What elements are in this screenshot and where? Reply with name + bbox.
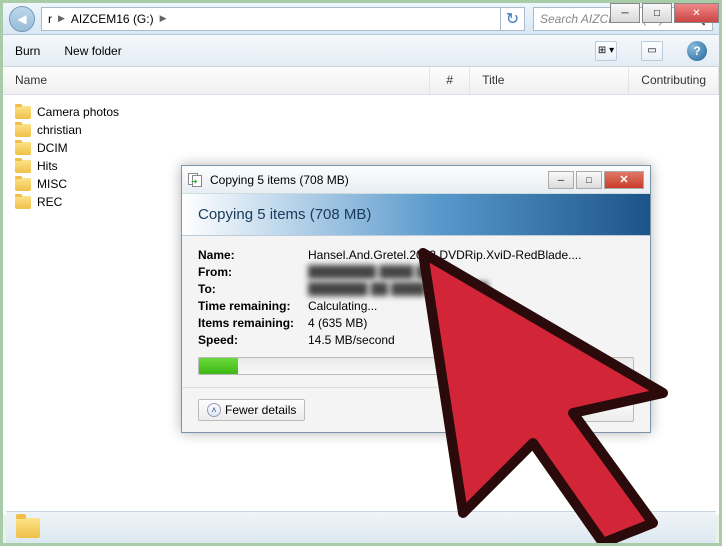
dialog-heading: Copying 5 items (708 MB) [182,194,650,236]
chevron-up-icon: ʌ [207,403,221,417]
folder-icon [15,160,31,173]
fewer-details-label: Fewer details [225,403,296,417]
folder-icon [15,178,31,191]
dialog-body: Name:Hansel.And.Gretel.2013.DVDRip.XviD-… [182,236,650,387]
to-label: To: [198,282,308,296]
column-name[interactable]: Name [3,67,430,94]
file-name: Hits [37,159,58,173]
close-button[interactable]: ✕ [674,3,719,23]
back-button[interactable]: ◀ [9,6,35,32]
time-remaining-value: Calculating... [308,299,634,313]
file-name: christian [37,123,82,137]
file-name: REC [37,195,62,209]
copy-icon: ➜ [188,173,204,187]
breadcrumb[interactable]: r ▶ AIZCEM16 (G:) ▶ [41,7,501,31]
file-name: MISC [37,177,67,191]
dialog-minimize-button[interactable]: ─ [548,171,574,189]
new-folder-button[interactable]: New folder [64,44,121,58]
time-remaining-label: Time remaining: [198,299,308,313]
list-item[interactable]: Camera photos [9,103,713,121]
folder-icon [16,518,40,538]
chevron-right-icon: ▶ [58,13,65,24]
status-bar [6,511,716,543]
breadcrumb-prefix: r [48,12,52,26]
column-headers: Name # Title Contributing [3,67,719,95]
chevron-right-icon: ▶ [160,13,167,24]
items-remaining-value: 4 (635 MB) [308,316,634,330]
from-value: ████████ ████ ██ [308,265,634,279]
folder-icon [15,196,31,209]
file-name: Camera photos [37,105,119,119]
window-controls: ─ □ ✕ [610,3,719,23]
list-item[interactable]: christian [9,121,713,139]
name-label: Name: [198,248,308,262]
maximize-button[interactable]: □ [642,3,672,23]
copy-dialog: ➜ Copying 5 items (708 MB) ─ □ ✕ Copying… [181,165,651,433]
refresh-button[interactable]: ↻ [501,7,525,31]
cancel-button[interactable] [574,398,634,422]
list-item[interactable]: DCIM [9,139,713,157]
folder-icon [15,142,31,155]
to-value: ███████ ██ ████ ███████ [308,282,634,296]
dialog-close-button[interactable]: ✕ [604,171,644,189]
column-title[interactable]: Title [470,67,629,94]
file-name: DCIM [37,141,68,155]
view-options-button[interactable]: ⊞ ▾ [595,41,617,61]
preview-pane-button[interactable]: ▭ [641,41,663,61]
dialog-maximize-button[interactable]: □ [576,171,602,189]
progress-bar [198,357,634,375]
minimize-button[interactable]: ─ [610,3,640,23]
progress-fill [199,358,238,374]
breadcrumb-drive[interactable]: AIZCEM16 (G:) [71,12,154,26]
burn-button[interactable]: Burn [15,44,40,58]
name-value: Hansel.And.Gretel.2013.DVDRip.XviD-RedBl… [308,248,634,262]
help-button[interactable]: ? [687,41,707,61]
speed-value: 14.5 MB/second [308,333,634,347]
dialog-title-text: Copying 5 items (708 MB) [210,173,349,187]
column-contributing[interactable]: Contributing [629,67,719,94]
dialog-titlebar[interactable]: ➜ Copying 5 items (708 MB) ─ □ ✕ [182,166,650,194]
dialog-footer: ʌ Fewer details [182,387,650,432]
from-label: From: [198,265,308,279]
folder-icon [15,106,31,119]
fewer-details-button[interactable]: ʌ Fewer details [198,399,305,421]
toolbar: Burn New folder ⊞ ▾ ▭ ? [3,35,719,67]
items-remaining-label: Items remaining: [198,316,308,330]
speed-label: Speed: [198,333,308,347]
folder-icon [15,124,31,137]
column-number[interactable]: # [430,67,470,94]
